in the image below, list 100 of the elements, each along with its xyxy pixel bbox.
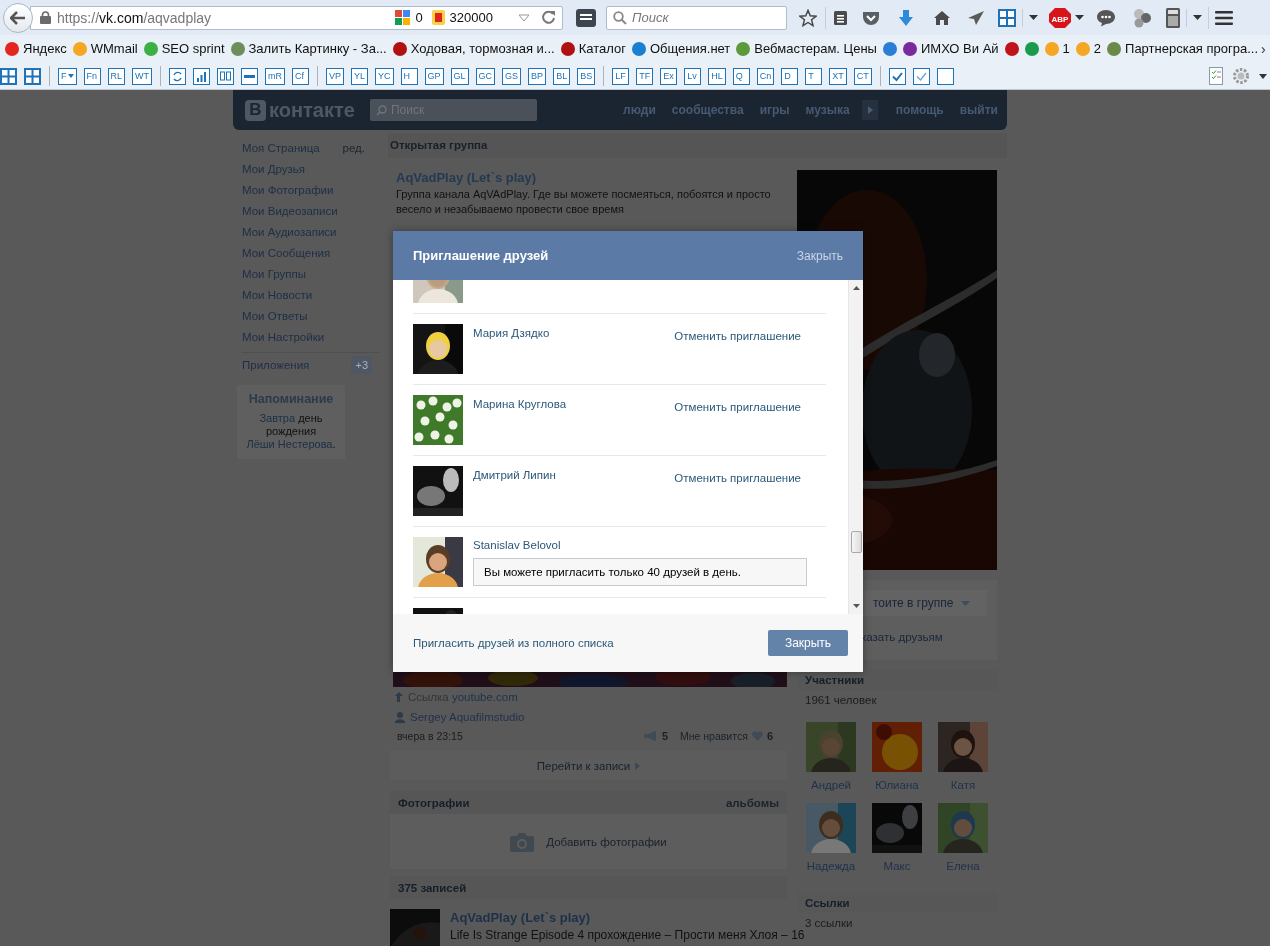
bookmark[interactable]: Каталог: [557, 37, 629, 60]
toolbar-button[interactable]: Q: [732, 67, 750, 85]
scrollbar-thumb[interactable]: [850, 531, 862, 553]
bookmark[interactable]: 1: [1041, 37, 1073, 60]
toolbar-button[interactable]: BL: [553, 67, 571, 85]
caret-icon: [1029, 15, 1038, 20]
toolbar-button[interactable]: F: [58, 67, 77, 85]
stop-sign-button[interactable]: ABP: [1044, 3, 1088, 32]
toolbar-button[interactable]: BP: [528, 67, 547, 85]
toolbar-button[interactable]: D: [781, 67, 799, 85]
checklist-icon[interactable]: [1209, 67, 1223, 85]
grid-icon[interactable]: [24, 67, 41, 85]
search-icon: [613, 10, 627, 25]
bookmark[interactable]: Общения.нет: [628, 37, 734, 60]
bar-chart-icon[interactable]: [193, 67, 210, 85]
toolbar-button[interactable]: Cf: [292, 67, 309, 85]
caret-icon[interactable]: [1259, 73, 1267, 79]
double-frame-icon[interactable]: [217, 67, 234, 85]
screen-icon[interactable]: [576, 8, 596, 27]
counter-text: 320000: [449, 10, 493, 25]
back-button[interactable]: [3, 2, 33, 33]
grid-icon[interactable]: [0, 67, 17, 85]
toolbar-button[interactable]: XT: [829, 67, 847, 85]
link-arrow-icon: [395, 692, 403, 702]
bookmark[interactable]: Партнерская програ...: [1104, 37, 1262, 60]
section-title: 375 записей: [398, 881, 467, 894]
count-badge: +3: [351, 356, 372, 374]
repost-count: 5: [661, 729, 668, 742]
bookmark[interactable]: SEO sprint: [140, 37, 228, 60]
toolbar-button[interactable]: mR: [265, 67, 285, 85]
reload-icon[interactable]: [541, 10, 556, 25]
up-arrow-icon[interactable]: [852, 286, 860, 290]
toolbar-button[interactable]: Ex: [660, 67, 678, 85]
bookmark[interactable]: ИМХО Ви Ай: [899, 37, 1002, 60]
bookmark[interactable]: Вебмастерам. Цены: [733, 37, 880, 60]
camera-icon: [510, 831, 535, 852]
empty-box-icon[interactable]: [936, 67, 954, 85]
toolbar-button[interactable]: HL: [708, 67, 726, 85]
post-text: Life Is Strange Episode 4 прохождение – Прости меня Хлоя – 16: [450, 927, 805, 943]
like-count: 6: [766, 729, 773, 742]
toolbar-button[interactable]: Fn: [83, 67, 101, 85]
toolbar-button[interactable]: LF: [612, 67, 630, 85]
toolbar-button[interactable]: WT: [132, 67, 152, 85]
caret-icon: [635, 761, 641, 770]
grid-icon: [998, 8, 1016, 27]
back-arrow-icon: [10, 10, 26, 25]
toolbar-button[interactable]: T: [805, 67, 823, 85]
more-bookmarks-chevron[interactable]: ›: [1261, 40, 1266, 57]
lock-icon: [40, 11, 51, 24]
friend-name[interactable]: Марина Круглова: [473, 397, 567, 411]
search-icon: [375, 105, 387, 116]
toolbar-button[interactable]: GS: [502, 67, 522, 85]
counter-text: 0: [415, 10, 423, 25]
search-field[interactable]: Поиск: [606, 5, 787, 30]
toolbar-button[interactable]: GP: [424, 67, 444, 85]
caret-icon: [67, 74, 74, 78]
cancel-invitation-link[interactable]: Отменить приглашение: [674, 330, 801, 342]
toolbar-button[interactable]: YL: [351, 67, 369, 85]
toolbar-button[interactable]: TF: [636, 67, 654, 85]
section-title: Открытая группа: [390, 139, 488, 151]
toolbar-button[interactable]: BS: [577, 67, 596, 85]
toolbar-button[interactable]: VP: [326, 67, 345, 85]
caret-icon: [1075, 15, 1084, 20]
bar-icon[interactable]: [241, 67, 258, 85]
toolbar-button[interactable]: YC: [375, 67, 394, 85]
cancel-invitation-link[interactable]: Отменить приглашение: [674, 472, 801, 484]
person-icon: [395, 711, 405, 723]
toolbar-button[interactable]: Cn: [756, 67, 775, 85]
down-arrow-icon[interactable]: [852, 604, 860, 608]
cancel-invitation-link[interactable]: Отменить приглашение: [674, 401, 801, 413]
bookmark[interactable]: Яндекс: [2, 37, 70, 60]
dropdown-icon[interactable]: [518, 13, 530, 22]
group-description: Группа канала AqVAdPlay. Где вы можете посмеяться, побоятся и просто весело и незабываемо провести свое время: [396, 187, 772, 217]
bookmark[interactable]: Залить Картинку - За...: [227, 37, 390, 60]
url-text: https://vk.com/aqvadplay: [57, 9, 212, 26]
bookmark[interactable]: 2: [1072, 37, 1105, 60]
friend-name[interactable]: Дмитрий Липин: [473, 468, 556, 482]
checkmark-icon[interactable]: [888, 67, 906, 85]
close-button[interactable]: Закрыть: [768, 630, 848, 656]
toolbar-button[interactable]: Lv: [684, 67, 702, 85]
calculator-icon: [1166, 7, 1180, 28]
post-time: вчера в 23:15: [397, 729, 463, 742]
caret-icon: [961, 600, 971, 606]
friend-name[interactable]: Stanislav Belovol: [473, 538, 807, 552]
scrollbar[interactable]: [848, 280, 863, 614]
toolbar-button[interactable]: H: [400, 67, 418, 85]
bookmark[interactable]: Ходовая, тормозная и...: [389, 37, 558, 60]
toolbar-button[interactable]: CT: [853, 67, 872, 85]
friend-name[interactable]: Мария Дзядко: [473, 326, 550, 340]
checkmark-icon[interactable]: [912, 67, 930, 85]
toolbar-button[interactable]: RL: [107, 67, 125, 85]
close-link[interactable]: Закрыть: [796, 248, 843, 263]
refresh-icon[interactable]: [169, 67, 186, 85]
toolbar-button[interactable]: GL: [450, 67, 469, 85]
section-title: Участники: [805, 674, 865, 686]
section-title: Ссылки: [805, 897, 850, 909]
address-field[interactable]: https://vk.com/aqvadplay 0 320000: [30, 5, 563, 30]
bookmark[interactable]: WMmail: [69, 37, 141, 60]
invite-full-list-link[interactable]: Пригласить друзей из полного списка: [413, 637, 614, 649]
toolbar-button[interactable]: GC: [475, 67, 496, 85]
